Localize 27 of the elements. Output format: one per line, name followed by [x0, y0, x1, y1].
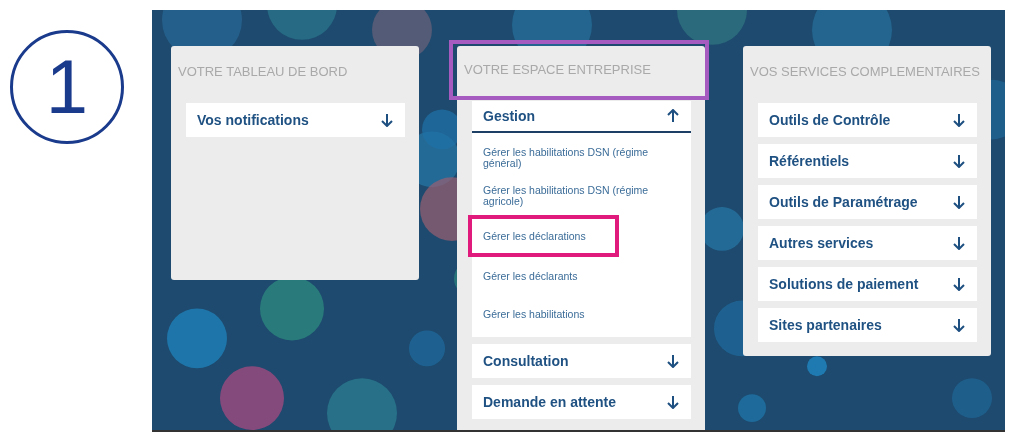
accordion-header[interactable]: Gestion [472, 101, 691, 133]
step-number: 1 [10, 30, 124, 144]
submenu-link[interactable]: Gérer les habilitations DSN (régime agricole) [483, 177, 675, 215]
down-arrow-icon [953, 318, 965, 332]
accordion-header[interactable]: Référentiels [758, 144, 977, 178]
accordion-header[interactable]: Outils de Paramétrage [758, 185, 977, 219]
accordion-header[interactable]: Demande en attente [472, 385, 691, 419]
down-arrow-icon [381, 113, 393, 127]
down-arrow-icon [667, 354, 679, 368]
up-arrow-icon [667, 109, 679, 123]
down-arrow-icon [667, 395, 679, 409]
accordion-header[interactable]: Solutions de paiement [758, 267, 977, 301]
accordion-header[interactable]: Sites partenaires [758, 308, 977, 342]
down-arrow-icon [953, 277, 965, 291]
down-arrow-icon [953, 195, 965, 209]
accordion-header[interactable]: Autres services [758, 226, 977, 260]
submenu-link[interactable]: Gérer les habilitations DSN (régime général) [483, 139, 675, 177]
down-arrow-icon [953, 113, 965, 127]
accordion-header[interactable]: Outils de Contrôle [758, 103, 977, 137]
accordion-header[interactable]: Consultation [472, 344, 691, 378]
submenu-link[interactable]: Gérer les habilitations [483, 295, 675, 333]
card-title: VOS SERVICES COMPLEMENTAIRES [749, 63, 981, 81]
down-arrow-icon [953, 154, 965, 168]
accordion-header[interactable]: Vos notifications [186, 103, 405, 137]
card-title: VOTRE TABLEAU DE BORD [177, 63, 349, 81]
down-arrow-icon [953, 236, 965, 250]
submenu-link[interactable]: Gérer les déclarants [483, 257, 675, 295]
